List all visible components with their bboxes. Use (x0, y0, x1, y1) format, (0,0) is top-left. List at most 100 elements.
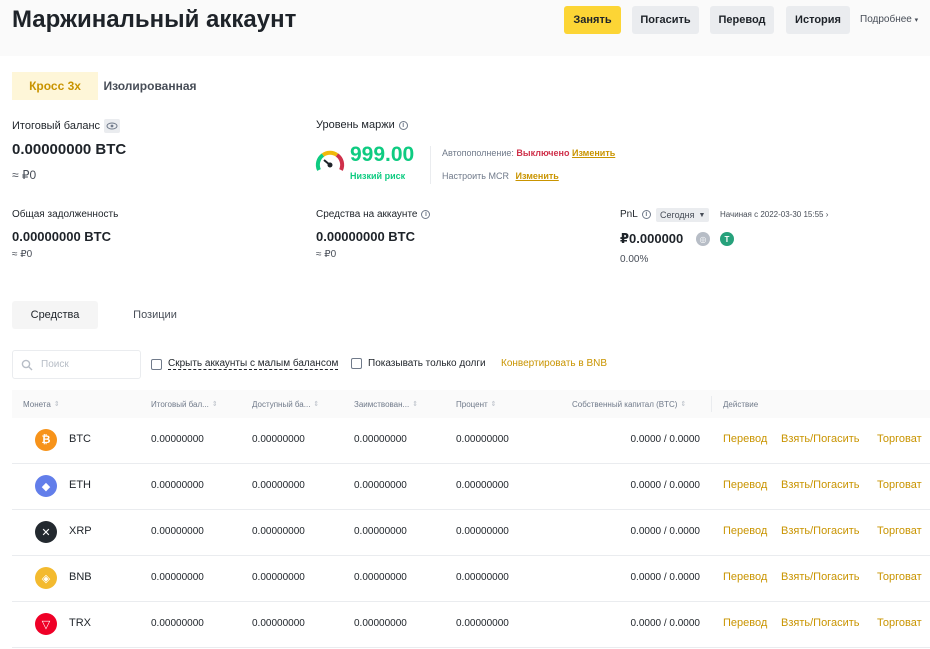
interest-cell: 0.00000000 (456, 434, 509, 445)
divider (430, 146, 431, 184)
checkbox-box[interactable] (151, 358, 162, 370)
transfer-link[interactable]: Перевод (723, 433, 767, 445)
coin-name: TRX (69, 617, 91, 629)
pnl-value: ₽0.000000 (620, 231, 684, 246)
mcr-label: Настроить MCR (442, 171, 509, 181)
info-icon[interactable]: i (398, 120, 408, 130)
tab-cross[interactable]: Кросс 3x (12, 72, 98, 100)
info-icon[interactable]: i (421, 210, 431, 219)
convert-to-bnb-link[interactable]: Конвертировать в BNB (501, 358, 607, 369)
sort-icon: ⇕ (53, 401, 60, 408)
sort-icon: ⇕ (313, 401, 320, 408)
transfer-button[interactable]: Перевод (710, 6, 774, 34)
borrow-repay-link[interactable]: Взять/Погасить (781, 525, 860, 537)
equity-cell: 0.0000 / 0.0000 (630, 434, 700, 445)
auto-topup-status: Выключено (516, 148, 570, 158)
tab-assets[interactable]: Средства (12, 301, 98, 329)
margin-level-label: Уровень маржи (316, 119, 395, 131)
column-label: Действие (723, 399, 759, 409)
interest-cell: 0.00000000 (456, 480, 509, 491)
total-balance-cell: 0.00000000 (151, 434, 204, 445)
column-header-equity[interactable]: Собственный капитал (BTC) ⇕ (572, 390, 686, 418)
borrow-repay-link[interactable]: Взять/Погасить (781, 433, 860, 445)
borrow-repay-link[interactable]: Взять/Погасить (781, 571, 860, 583)
equity-cell: 0.0000 / 0.0000 (630, 526, 700, 537)
table-row: ₿ BTC 0.00000000 0.00000000 0.00000000 0… (12, 418, 930, 464)
page-title: Маржинальный аккаунт (12, 6, 297, 33)
table-row: ◆ ETH 0.00000000 0.00000000 0.00000000 0… (12, 464, 930, 510)
auto-topup-change-link[interactable]: Изменить (572, 148, 615, 158)
interest-cell: 0.00000000 (456, 526, 509, 537)
search-input[interactable] (41, 359, 121, 370)
total-balance-label-group: Итоговый баланс (12, 119, 121, 133)
total-debt-fiat: ≈ ₽0 (12, 249, 33, 260)
only-debts-checkbox[interactable]: Показывать только долги (351, 358, 486, 369)
borrowed-cell: 0.00000000 (354, 526, 407, 537)
table-row: ▽ TRX 0.00000000 0.00000000 0.00000000 0… (12, 602, 930, 648)
column-header-total[interactable]: Итоговый бал... ⇕ (151, 390, 218, 418)
column-header-available[interactable]: Доступный ба... ⇕ (252, 390, 319, 418)
borrow-repay-link[interactable]: Взять/Погасить (781, 479, 860, 491)
risk-label: Низкий риск (350, 171, 406, 181)
coin-name: ETH (69, 479, 91, 491)
borrow-button[interactable]: Занять (564, 6, 621, 34)
total-balance-cell: 0.00000000 (151, 618, 204, 629)
column-header-coin[interactable]: Монета ⇕ (23, 390, 60, 418)
pnl-label: PnL (620, 209, 638, 220)
currency-toggle-icon[interactable]: ◎ (696, 232, 710, 246)
tether-icon[interactable]: T (720, 232, 734, 246)
transfer-link[interactable]: Перевод (723, 479, 767, 491)
tab-isolated[interactable]: Изолированная (102, 72, 198, 100)
total-balance-cell: 0.00000000 (151, 480, 204, 491)
transfer-link[interactable]: Перевод (723, 571, 767, 583)
hide-small-balances-checkbox[interactable]: Скрыть аккаунты с малым балансом (151, 358, 339, 370)
pnl-period-select[interactable]: Сегодня ▼ (656, 208, 710, 222)
pnl-since-label: Начиная с 2022-03-30 15:55 (720, 210, 824, 219)
info-icon[interactable]: i (641, 210, 651, 219)
pnl-since[interactable]: Начиная с 2022-03-30 15:55 › (720, 210, 828, 219)
column-label: Процент (456, 399, 488, 409)
account-equity-label-group: Средства на аккаунте i (316, 209, 431, 220)
coin-name: XRP (69, 525, 92, 537)
margin-gauge-icon (315, 150, 345, 171)
equity-cell: 0.0000 / 0.0000 (630, 480, 700, 491)
table-row: ✕ XRP 0.00000000 0.00000000 0.00000000 0… (12, 510, 930, 556)
available-balance-cell: 0.00000000 (252, 618, 305, 629)
pnl-percent: 0.00% (620, 254, 649, 265)
trade-link[interactable]: Торговат (877, 525, 922, 537)
search-icon (21, 359, 33, 370)
trade-link[interactable]: Торговат (877, 617, 922, 629)
table-header: Монета ⇕ Итоговый бал... ⇕ Доступный ба...… (12, 390, 930, 418)
total-balance-value: 0.00000000 BTC (12, 141, 127, 158)
total-debt-value: 0.00000000 BTC (12, 229, 112, 244)
checkbox-box[interactable] (351, 358, 362, 369)
trade-link[interactable]: Торговат (877, 433, 922, 445)
transfer-link[interactable]: Перевод (723, 617, 767, 629)
column-divider (711, 396, 712, 412)
auto-topup-row: Автопополнение: Выключено Изменить (442, 148, 615, 158)
borrowed-cell: 0.00000000 (354, 618, 407, 629)
mcr-change-link[interactable]: Изменить (516, 171, 559, 181)
column-header-borrowed[interactable]: Заимствован... ⇕ (354, 390, 418, 418)
tron-icon: ▽ (35, 613, 57, 635)
tab-positions[interactable]: Позиции (112, 301, 198, 329)
search-box[interactable] (12, 350, 141, 379)
only-debts-label: Показывать только долги (368, 358, 486, 369)
column-header-interest[interactable]: Процент ⇕ (456, 390, 497, 418)
hide-small-balances-label: Скрыть аккаунты с малым балансом (168, 358, 339, 370)
available-balance-cell: 0.00000000 (252, 572, 305, 583)
caret-down-icon: ▾ (914, 17, 919, 24)
repay-button[interactable]: Погасить (632, 6, 699, 34)
transfer-link[interactable]: Перевод (723, 525, 767, 537)
sort-icon: ⇕ (680, 401, 687, 408)
trade-link[interactable]: Торговат (877, 479, 922, 491)
interest-cell: 0.00000000 (456, 572, 509, 583)
history-button[interactable]: История (786, 6, 850, 34)
trade-link[interactable]: Торговат (877, 571, 922, 583)
borrow-repay-link[interactable]: Взять/Погасить (781, 617, 860, 629)
caret-down-icon: ▼ (698, 211, 706, 219)
more-dropdown[interactable]: Подробнее ▾ (860, 14, 918, 25)
eye-icon[interactable] (104, 119, 121, 133)
column-label: Итоговый бал... (151, 399, 209, 409)
interest-cell: 0.00000000 (456, 618, 509, 629)
